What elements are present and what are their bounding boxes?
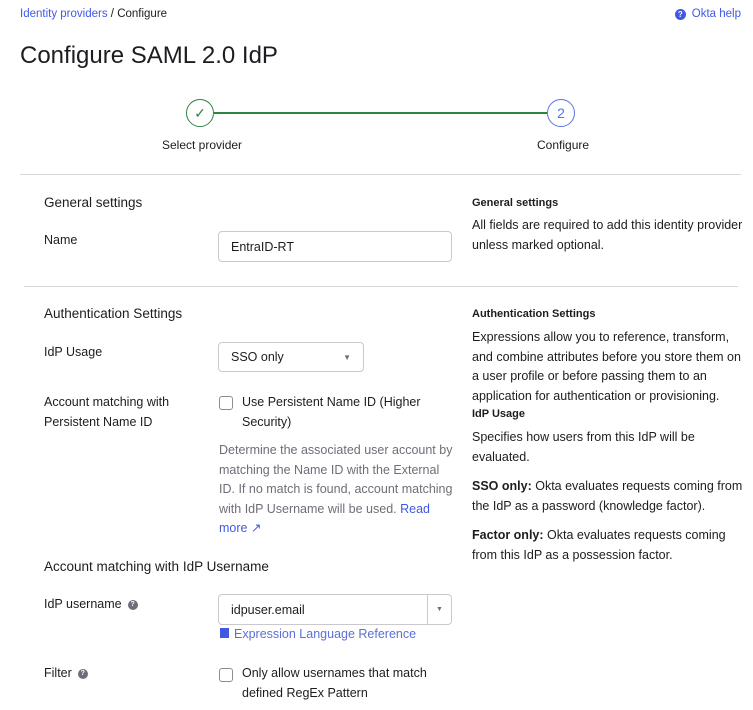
question-circle-icon[interactable]: ?: [77, 668, 88, 679]
username-matching-heading: Account matching with IdP Username: [44, 559, 269, 574]
idp-usage-label: IdP Usage: [44, 345, 103, 359]
persistent-name-id-checkbox[interactable]: [219, 396, 233, 410]
stepper-line: [214, 112, 547, 114]
breadcrumb-identity-providers[interactable]: Identity providers: [20, 8, 108, 20]
filter-label: Filter?: [44, 663, 88, 683]
regex-filter-label: Only allow usernames that match defined …: [242, 666, 427, 700]
question-circle-icon: ?: [674, 8, 686, 20]
check-icon: ✓: [194, 104, 206, 121]
step-1-complete: ✓: [186, 99, 214, 127]
page-title: Configure SAML 2.0 IdP: [20, 42, 278, 69]
okta-help-link[interactable]: ? Okta help: [674, 8, 741, 20]
side-usage-heading: IdP Usage: [472, 408, 525, 420]
breadcrumb: Identity providers / Configure: [20, 8, 167, 20]
step-number: 2: [557, 105, 565, 121]
side-usage-text: Specifies how users from this IdP will b…: [472, 430, 695, 464]
authentication-settings-heading: Authentication Settings: [44, 306, 183, 321]
account-matching-persistent-label: Account matching with Persistent Name ID: [44, 395, 170, 429]
side-auth-text: Expressions allow you to reference, tran…: [472, 330, 741, 403]
side-general-heading: General settings: [472, 197, 559, 209]
breadcrumb-separator: /: [110, 8, 114, 20]
book-icon: [220, 628, 229, 638]
side-factor-text: Factor only: Okta evaluates requests com…: [472, 528, 726, 562]
idp-username-label: IdP username?: [44, 594, 138, 614]
chevron-down-icon: ▼: [343, 352, 351, 362]
divider: [20, 174, 741, 175]
breadcrumb-current: Configure: [117, 8, 168, 20]
step-2-current: 2: [547, 99, 575, 127]
persistent-help-text: Determine the associated user account by…: [219, 441, 454, 539]
idp-usage-select[interactable]: SSO only ▼: [218, 342, 364, 372]
idp-username-value: idpuser.email: [231, 602, 305, 617]
step-2-label: Configure: [537, 138, 590, 152]
question-circle-icon[interactable]: ?: [127, 599, 138, 610]
side-general-text: All fields are required to add this iden…: [472, 218, 743, 252]
idp-username-input[interactable]: idpuser.email ▼: [218, 594, 452, 625]
external-link-icon: ↗: [250, 521, 262, 535]
expression-language-link[interactable]: Expression Language Reference: [220, 627, 416, 641]
side-auth-heading: Authentication Settings: [472, 308, 596, 320]
side-sso-text: SSO only: Okta evaluates requests coming…: [472, 479, 743, 513]
name-input[interactable]: EntraID-RT: [218, 231, 452, 262]
idp-usage-value: SSO only: [231, 350, 284, 364]
regex-filter-checkbox[interactable]: [219, 668, 233, 682]
name-label: Name: [44, 233, 78, 247]
step-1-label: Select provider: [162, 138, 243, 152]
general-settings-heading: General settings: [44, 195, 143, 210]
okta-help-label: Okta help: [691, 8, 741, 20]
chevron-down-icon[interactable]: ▼: [427, 595, 451, 624]
divider: [24, 286, 738, 287]
persistent-name-id-label: Use Persistent Name ID (Higher Security): [242, 395, 421, 429]
